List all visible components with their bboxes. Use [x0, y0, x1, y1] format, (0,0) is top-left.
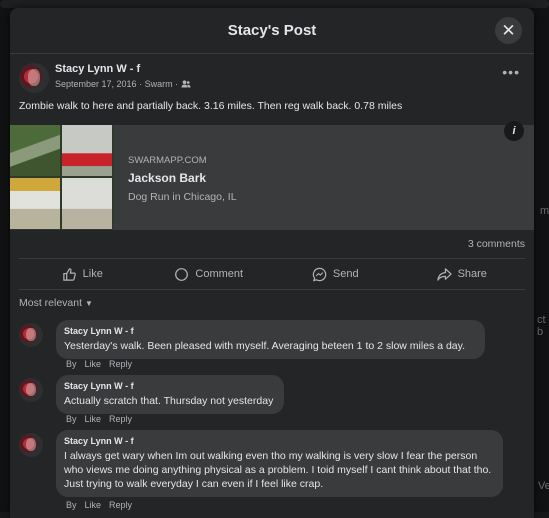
link-thumbnail[interactable]	[10, 125, 114, 230]
comment-filter-dropdown[interactable]: Most relevant ▼	[10, 290, 534, 318]
post-author[interactable]: Stacy Lynn W - f	[55, 63, 140, 75]
messenger-icon	[312, 267, 327, 282]
background-text: ct b	[537, 314, 546, 338]
photo-tile	[10, 125, 60, 176]
comment-author[interactable]: Stacy Lynn W - f	[64, 436, 495, 446]
comment-by: By	[66, 414, 77, 424]
photo-tile	[10, 178, 60, 229]
comment-author[interactable]: Stacy Lynn W - f	[64, 326, 477, 336]
photo-tile	[62, 125, 112, 176]
more-options-button[interactable]: •••	[502, 64, 520, 80]
like-label: Like	[82, 268, 103, 280]
comment-reply-button[interactable]: Reply	[109, 414, 132, 424]
comment-filter-label: Most relevant	[19, 297, 83, 309]
comment-author[interactable]: Stacy Lynn W - f	[64, 381, 276, 391]
close-button[interactable]: ✕	[495, 17, 522, 44]
photo-tile	[62, 178, 112, 229]
comment-label: Comment	[195, 268, 244, 280]
link-title[interactable]: Jackson Bark	[128, 171, 237, 185]
send-label: Send	[332, 268, 359, 280]
comment-text: Actually scratch that. Thursday not yest…	[64, 395, 274, 407]
comment-button[interactable]: Comment	[146, 259, 273, 289]
post-text: Zombie walk to here and partially back. …	[19, 100, 403, 112]
comment-bubble: Stacy Lynn W - f I always get wary when …	[56, 430, 503, 497]
meta-separator: ·	[139, 79, 143, 89]
background-text: Ve	[538, 480, 549, 492]
comment-icon	[175, 267, 189, 281]
avatar[interactable]	[19, 378, 43, 402]
chevron-down-icon: ▼	[85, 299, 93, 308]
background-topbar	[0, 0, 549, 8]
close-icon: ✕	[501, 20, 516, 40]
post-modal: Stacy's Post ✕ Stacy Lynn W - f Septembe…	[10, 8, 534, 518]
post-actions-bar: Like Comment Send Share	[19, 259, 525, 290]
link-preview-card[interactable]: SWARMAPP.COM Jackson Bark Dog Run in Chi…	[10, 121, 534, 230]
comment-bubble: Stacy Lynn W - f Yesterday's walk. Been …	[56, 320, 485, 359]
thumbs-up-icon	[62, 267, 76, 281]
info-icon[interactable]: i	[504, 121, 524, 141]
share-button[interactable]: Share	[399, 259, 526, 289]
avatar[interactable]	[19, 63, 49, 93]
link-subtitle: Dog Run in Chicago, IL	[128, 191, 237, 203]
comment-item: Stacy Lynn W - f I always get wary when …	[19, 430, 534, 515]
background-text: m	[540, 205, 549, 217]
comment-reply-button[interactable]: Reply	[109, 359, 132, 369]
comment-actions: By Like Reply	[66, 359, 132, 369]
comment-like-button[interactable]: Like	[85, 359, 102, 369]
comment-like-button[interactable]: Like	[85, 500, 102, 510]
post-stats: 3 comments	[19, 230, 525, 259]
comment-text: I always get wary when Im out walking ev…	[64, 450, 492, 490]
friends-icon	[181, 80, 191, 88]
comment-like-button[interactable]: Like	[85, 414, 102, 424]
share-label: Share	[457, 268, 487, 280]
post-header: Stacy Lynn W - f September 17, 2016 · Sw…	[10, 54, 534, 98]
avatar[interactable]	[19, 323, 43, 347]
comment-item: Stacy Lynn W - f Actually scratch that. …	[19, 375, 534, 430]
comment-item: Stacy Lynn W - f Yesterday's walk. Been …	[19, 320, 534, 375]
share-icon	[436, 267, 452, 281]
comment-by: By	[66, 359, 77, 369]
comment-text: Yesterday's walk. Been pleased with myse…	[64, 340, 466, 352]
comment-actions: By Like Reply	[66, 414, 132, 424]
post-meta: September 17, 2016 · Swarm ·	[55, 79, 191, 89]
post-source[interactable]: Swarm	[145, 79, 173, 89]
link-domain: SWARMAPP.COM	[128, 155, 207, 166]
comment-reply-button[interactable]: Reply	[109, 500, 132, 510]
modal-header: Stacy's Post ✕	[10, 8, 534, 54]
avatar[interactable]	[19, 433, 43, 457]
post-date[interactable]: September 17, 2016	[55, 79, 137, 89]
comment-bubble: Stacy Lynn W - f Actually scratch that. …	[56, 375, 284, 414]
meta-separator: ·	[175, 79, 179, 89]
comment-actions: By Like Reply	[66, 500, 132, 510]
link-card-body: SWARMAPP.COM Jackson Bark Dog Run in Chi…	[114, 125, 237, 230]
modal-title: Stacy's Post	[227, 22, 317, 39]
like-button[interactable]: Like	[19, 259, 146, 289]
comments-count[interactable]: 3 comments	[468, 238, 525, 250]
comment-by: By	[66, 500, 77, 510]
send-button[interactable]: Send	[272, 259, 399, 289]
